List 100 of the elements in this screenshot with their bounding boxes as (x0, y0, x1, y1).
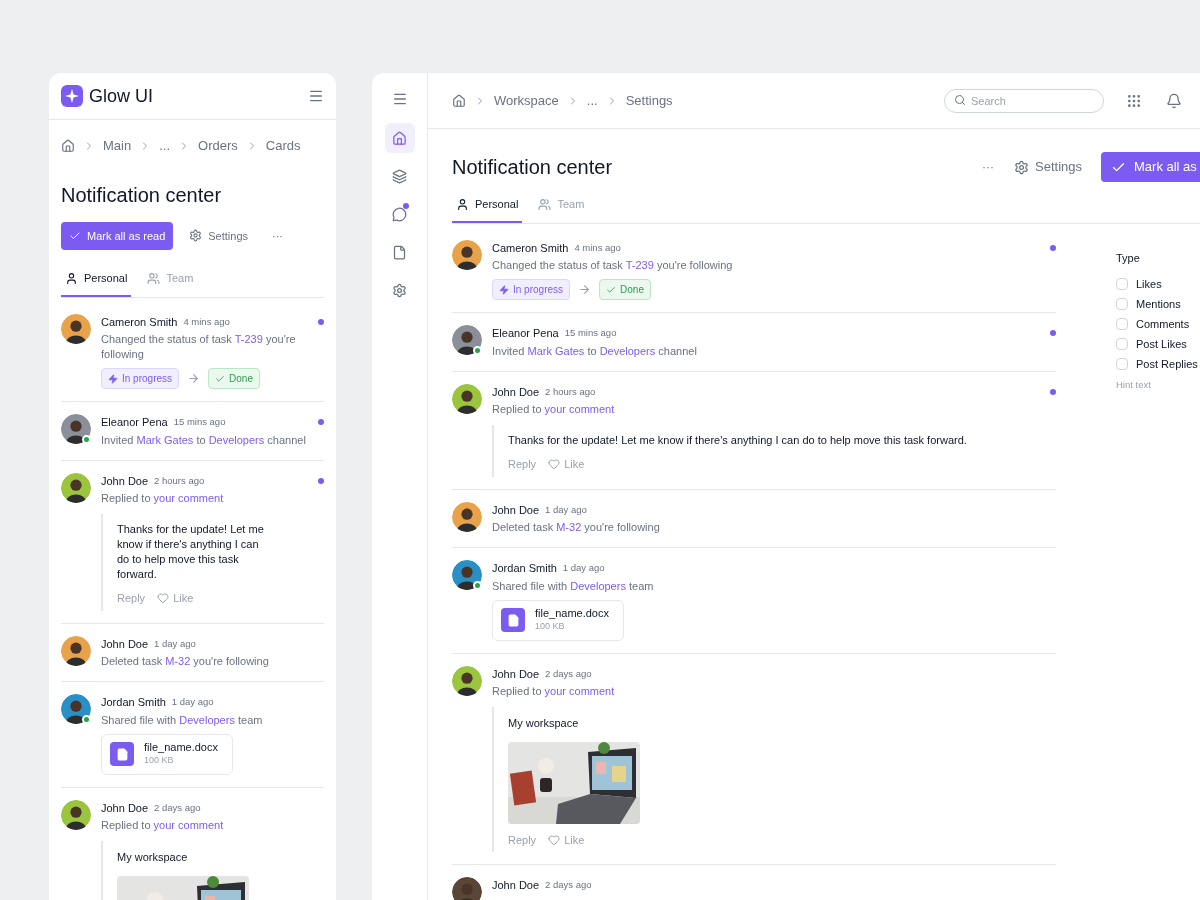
notification-link[interactable]: Mark Gates (527, 344, 585, 357)
breadcrumb-link[interactable]: ... (586, 90, 598, 111)
home-icon[interactable] (61, 138, 75, 153)
menu-icon[interactable] (308, 88, 324, 104)
notification-text: Replied to your comment (101, 491, 225, 506)
bolt-icon (108, 373, 118, 384)
sender-name: John Doe (101, 800, 149, 816)
time-label: 2 hours ago (545, 384, 596, 399)
file-card[interactable]: file_name.docx 100 KB (101, 733, 233, 775)
notification-link[interactable]: your comment (153, 819, 224, 832)
notification-link[interactable]: M-32 (556, 521, 582, 533)
breadcrumb-link[interactable]: Main (103, 136, 132, 156)
more-button[interactable]: ··· (272, 227, 283, 244)
nav-item[interactable] (384, 123, 415, 153)
notification-link[interactable]: M-32 (165, 655, 191, 667)
notification-text: Deleted task M-32 you're following (101, 654, 270, 669)
breadcrumb-link[interactable]: Workspace (494, 90, 559, 111)
sender-name: Jordan Smith (492, 561, 557, 576)
heart-icon (548, 834, 561, 846)
notification-text: Replied to your comment (492, 402, 616, 417)
checkbox[interactable] (1116, 338, 1128, 350)
notification-link[interactable]: T-239 (234, 333, 263, 345)
filter-option[interactable]: Comments (1116, 314, 1198, 334)
reply-button[interactable]: Reply (117, 590, 146, 607)
file-card[interactable]: file_name.docx 100 KB (492, 599, 624, 641)
tab[interactable]: Personal (452, 196, 523, 223)
status-tag: Done (208, 368, 260, 389)
like-button[interactable]: Like (548, 831, 585, 849)
time-label: 1 day ago (171, 695, 214, 710)
file-name: file_name.docx (535, 606, 609, 621)
reply-button[interactable]: Reply (508, 831, 537, 849)
breadcrumb-link[interactable]: ... (159, 136, 171, 156)
notification-link[interactable]: your comment (153, 492, 224, 504)
people-icon (538, 197, 552, 211)
filter-option[interactable]: Post Likes (1116, 334, 1198, 354)
file-size: 100 KB (535, 620, 566, 634)
apps-grid-icon[interactable] (1126, 92, 1142, 109)
notification-link[interactable]: Mark Gates (136, 433, 194, 446)
settings-icon (189, 229, 203, 243)
tab[interactable]: Team (534, 196, 589, 223)
sender-name: John Doe (492, 878, 540, 894)
breadcrumb-link[interactable]: Settings (625, 90, 673, 111)
mark-read-button[interactable]: Mark all as read (61, 221, 174, 250)
checkbox[interactable] (1116, 318, 1128, 330)
time-label: 2 hours ago (154, 473, 205, 488)
chat-icon (392, 206, 407, 222)
checkbox[interactable] (1116, 358, 1128, 370)
notification-link[interactable]: Developers (179, 713, 235, 726)
filter-option[interactable]: Likes (1116, 274, 1198, 294)
like-button[interactable]: Like (548, 456, 585, 473)
time-label: 15 mins ago (173, 415, 226, 430)
notification-text: Replied to your comment (492, 684, 616, 700)
sender-name: John Doe (492, 384, 540, 400)
time-label: 4 mins ago (574, 240, 621, 255)
tab[interactable]: Personal (61, 270, 132, 297)
heart-icon (548, 458, 561, 471)
notification-link[interactable]: T-239 (625, 259, 654, 271)
mark-read-button[interactable]: Mark all as (1101, 152, 1200, 182)
arrow-icon (578, 283, 592, 296)
time-label: 2 days ago (545, 666, 592, 681)
bell-icon[interactable] (1166, 92, 1182, 109)
sender-name: Cameron Smith (492, 240, 569, 256)
comment-text: My workspace (508, 716, 580, 732)
sender-name: John Doe (101, 636, 149, 652)
filter-option[interactable]: Mentions (1116, 294, 1198, 314)
notification-link[interactable]: Developers (599, 344, 656, 357)
home-icon[interactable] (452, 93, 466, 108)
person-icon (456, 197, 469, 211)
search-icon (954, 94, 966, 106)
document-icon (110, 742, 134, 767)
tab[interactable]: Team (143, 270, 198, 297)
time-label: 1 day ago (562, 561, 605, 576)
file-name: file_name.docx (144, 740, 218, 755)
settings-button[interactable]: Settings (189, 227, 248, 244)
filter-option[interactable]: Post Replies (1116, 354, 1198, 374)
file-icon (392, 244, 407, 260)
notification-link[interactable]: Developers (570, 579, 626, 592)
home-icon (392, 130, 407, 146)
menu-icon[interactable] (391, 91, 408, 107)
sender-name: John Doe (492, 666, 540, 682)
notification-link[interactable]: your comment (544, 403, 615, 415)
notification-link[interactable]: Developers (208, 433, 265, 446)
checkbox[interactable] (1116, 278, 1128, 290)
person-icon (65, 271, 78, 285)
notification-link[interactable]: your comment (544, 685, 615, 698)
notification-text: Replied to your comment (101, 818, 225, 834)
search-field[interactable]: Search (944, 89, 1104, 113)
breadcrumb-link[interactable]: Orders (198, 136, 238, 156)
more-button[interactable]: ··· (982, 158, 994, 176)
check-icon (606, 284, 617, 295)
like-button[interactable]: Like (157, 590, 194, 607)
comment-text: Thanks for the update! Let me know if there's anything I can do to help move this task forward. (508, 433, 968, 448)
reply-button[interactable]: Reply (508, 456, 537, 473)
hint-text: Hint text (1116, 378, 1152, 392)
status-tag: In progress (492, 279, 571, 300)
time-label: 2 days ago (545, 878, 592, 893)
settings-button[interactable]: Settings (1014, 157, 1082, 177)
breadcrumb-link[interactable]: Cards (265, 136, 301, 156)
checkbox[interactable] (1116, 298, 1128, 310)
bolt-icon (499, 284, 509, 295)
